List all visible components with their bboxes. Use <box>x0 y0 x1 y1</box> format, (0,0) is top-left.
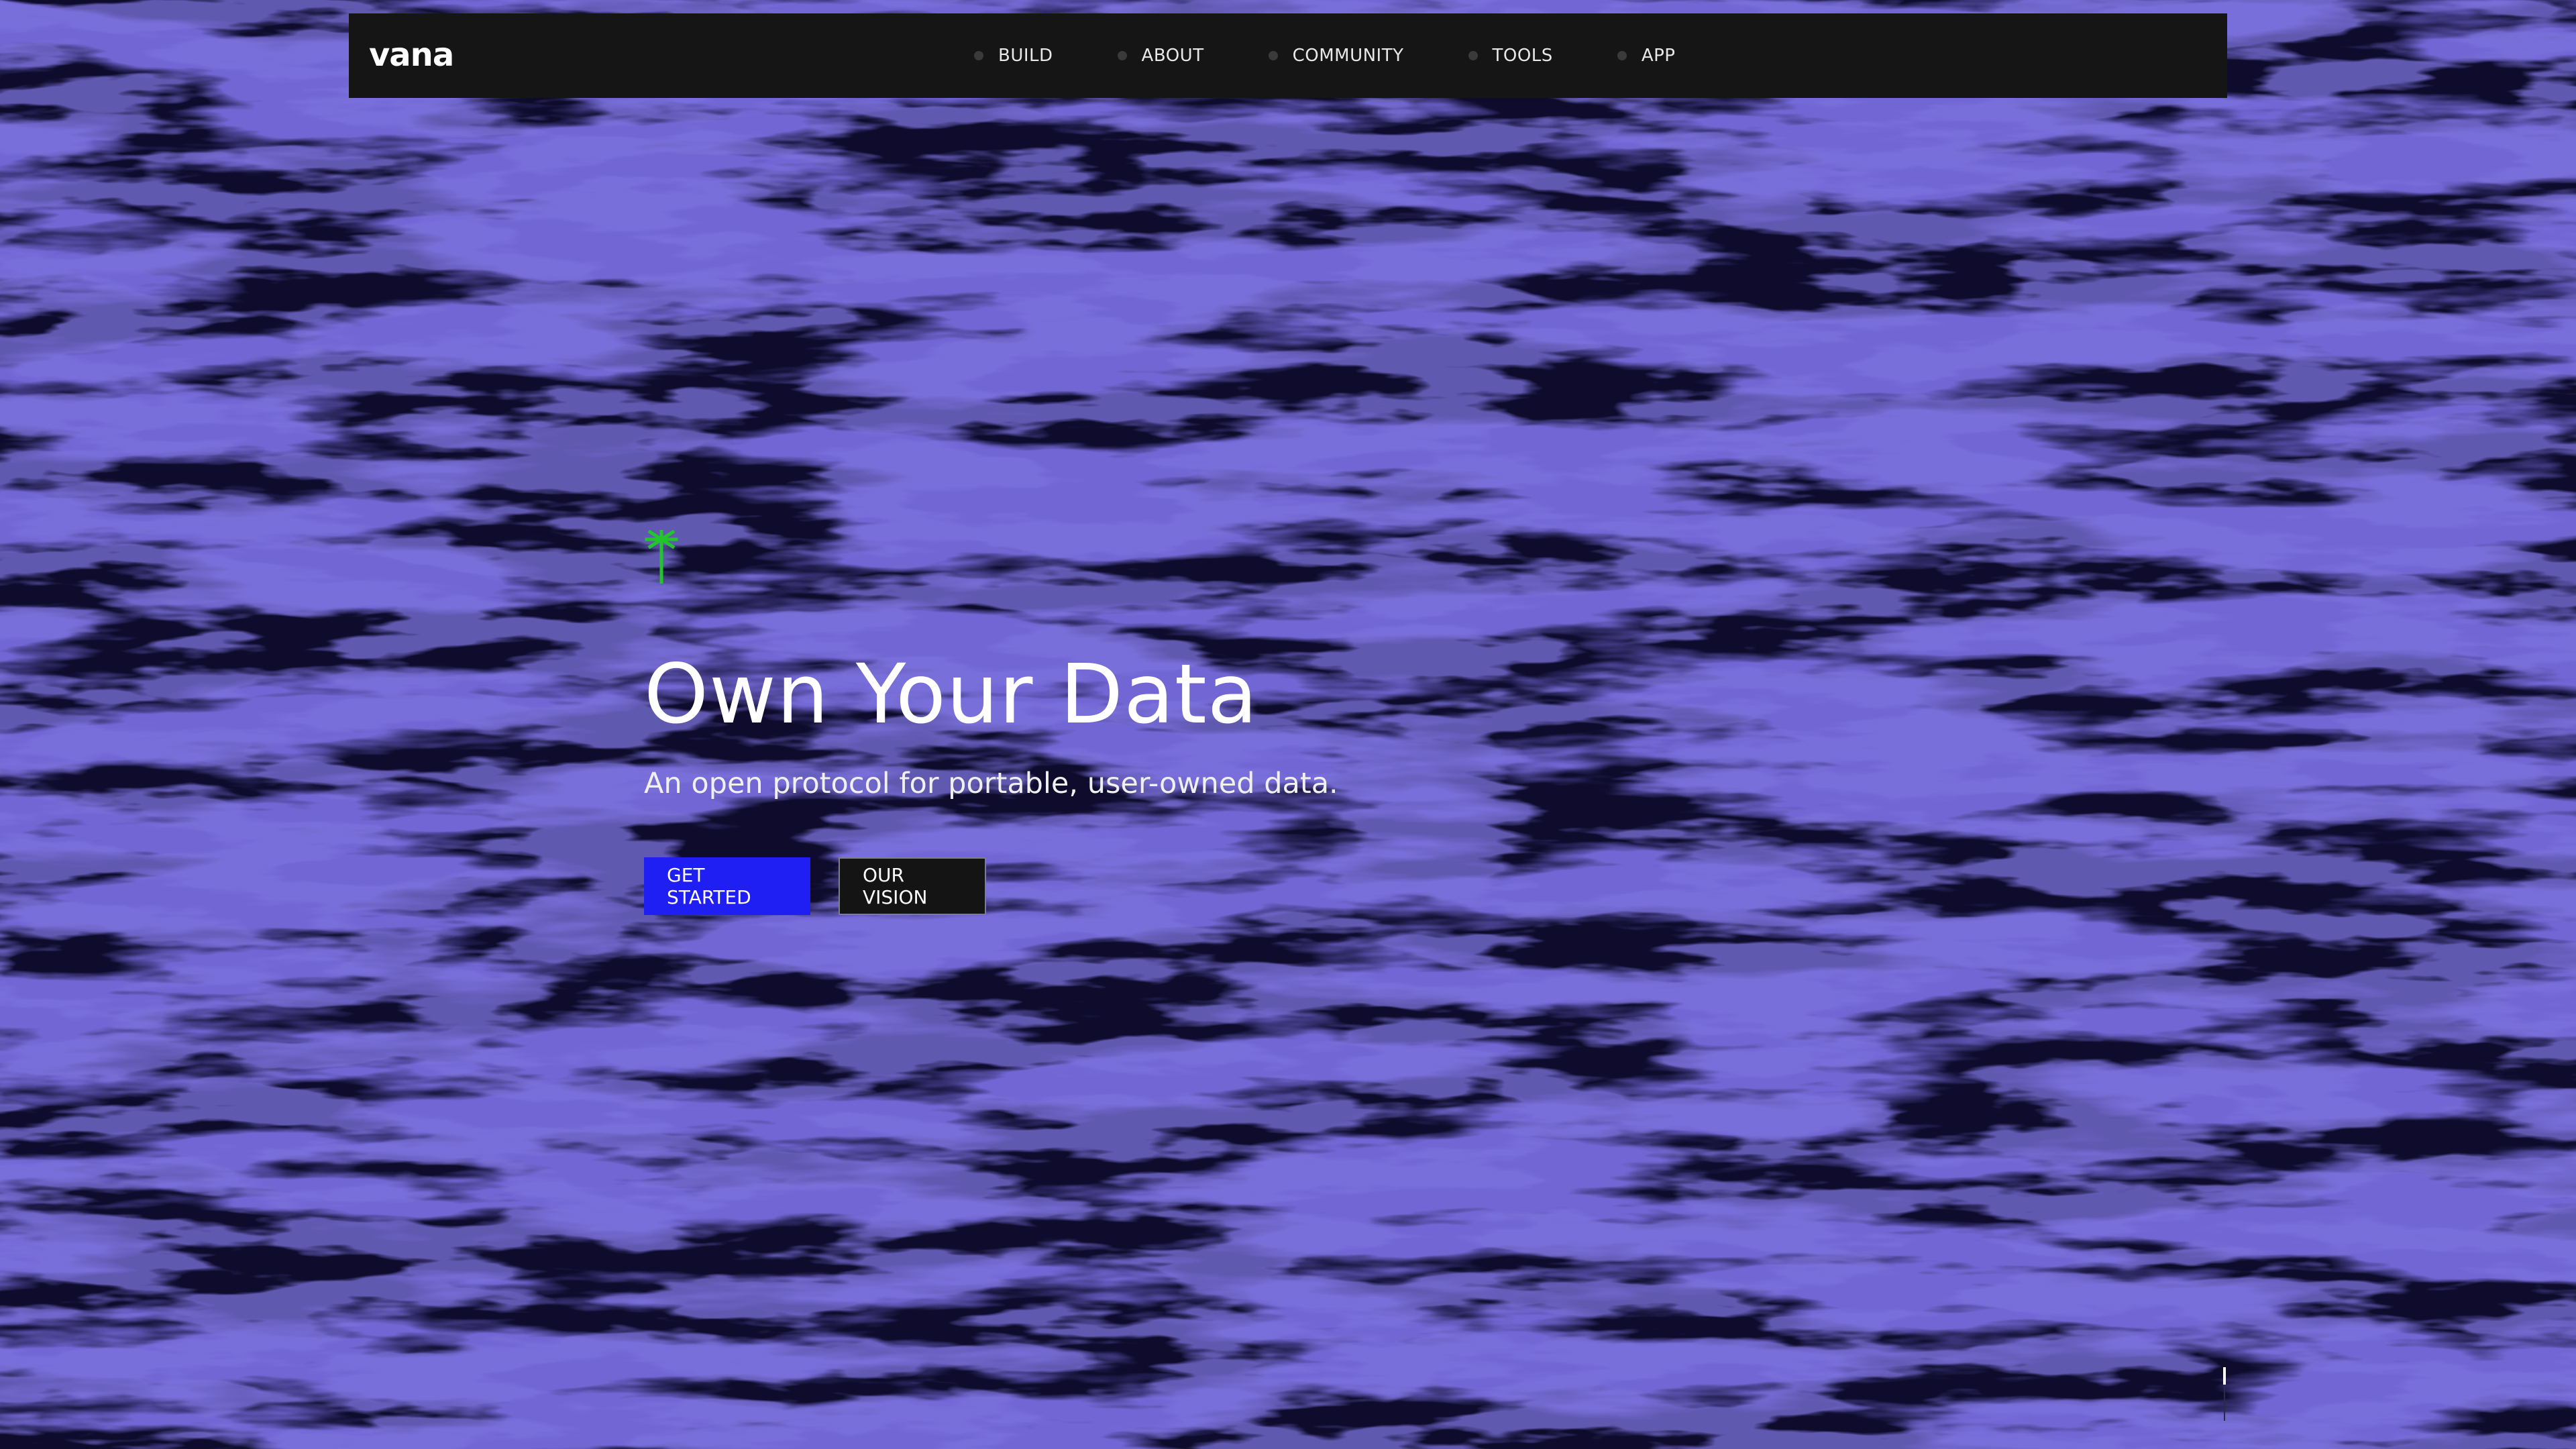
nav-bullet-icon <box>1468 51 1478 60</box>
top-navigation-bar: vana BUILD ABOUT COMMUNITY TOOLS APP <box>349 13 2227 98</box>
nav-bullet-icon <box>1268 51 1278 60</box>
scroll-indicator[interactable] <box>2223 1367 2226 1421</box>
nav-item-community[interactable]: COMMUNITY <box>1268 46 1404 66</box>
nav-item-build[interactable]: BUILD <box>974 46 1053 66</box>
scroll-thumb <box>2223 1367 2226 1385</box>
nav-item-label: ABOUT <box>1141 46 1204 66</box>
hero-subtitle: An open protocol for portable, user-owne… <box>644 767 1338 800</box>
palm-tree-icon <box>645 530 678 584</box>
nav-bullet-icon <box>1117 51 1127 60</box>
nav-item-about[interactable]: ABOUT <box>1117 46 1204 66</box>
our-vision-button[interactable]: OUR VISION <box>839 857 986 915</box>
hero-title: Own Your Data <box>644 647 1258 742</box>
nav-bullet-icon <box>1617 51 1627 60</box>
hero-section: Own Your Data An open protocol for porta… <box>644 530 1338 915</box>
vana-logo[interactable]: vana <box>369 35 454 75</box>
page: vana BUILD ABOUT COMMUNITY TOOLS APP Own… <box>0 0 2576 1449</box>
main-nav: BUILD ABOUT COMMUNITY TOOLS APP <box>974 13 1675 98</box>
nav-item-label: APP <box>1641 46 1676 66</box>
nav-item-label: BUILD <box>998 46 1053 66</box>
nav-item-app[interactable]: APP <box>1617 46 1676 66</box>
nav-item-label: COMMUNITY <box>1292 46 1404 66</box>
nav-bullet-icon <box>974 51 983 60</box>
get-started-button[interactable]: GET STARTED <box>644 857 810 915</box>
nav-item-tools[interactable]: TOOLS <box>1468 46 1553 66</box>
nav-item-label: TOOLS <box>1492 46 1553 66</box>
scroll-track <box>2224 1385 2225 1421</box>
hero-buttons: GET STARTED OUR VISION <box>644 857 1338 915</box>
